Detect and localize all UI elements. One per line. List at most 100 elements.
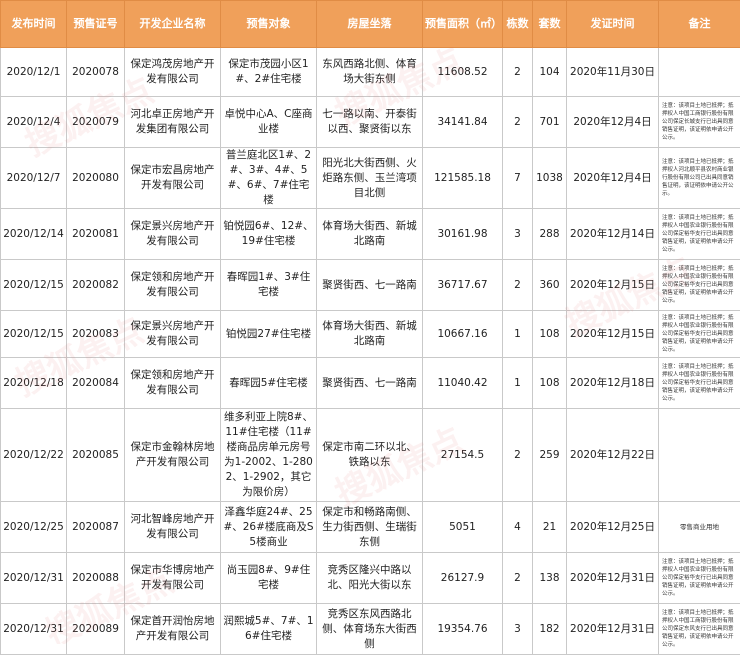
table-row: 2020/12/4 2020079 河北卓正房地产开发集团有限公司 卓悦中心A、… <box>1 97 740 148</box>
cell-issue: 2020年12月4日 <box>567 97 659 148</box>
cell-buildings: 3 <box>503 604 533 655</box>
cell-note: 注意：该项目土地已抵押；抵押权人中国农业银行股份有限公司保定裕华支行已出具同意销… <box>659 553 740 604</box>
cell-date: 2020/12/15 <box>1 311 67 358</box>
cell-date: 2020/12/31 <box>1 553 67 604</box>
table-row: 2020/12/7 2020080 保定市宏昌房地产开发有限公司 普兰庭北区1#… <box>1 148 740 209</box>
table-row: 2020/12/14 2020081 保定景兴房地产开发有限公司 铂悦园6#、1… <box>1 209 740 260</box>
cell-buildings: 2 <box>503 97 533 148</box>
cell-units: 104 <box>533 48 567 97</box>
cell-note: 注意：该项目土地已抵押；抵押权人河北顺平县农村商业银行股份有限公司已出具同意销售… <box>659 148 740 209</box>
cell-note <box>659 409 740 502</box>
cell-date: 2020/12/25 <box>1 502 67 553</box>
cell-location: 聚贤街西、七一路南 <box>317 260 423 311</box>
cell-note: 零售商业用地 <box>659 502 740 553</box>
cell-company: 保定市宏昌房地产开发有限公司 <box>125 148 221 209</box>
table-row: 2020/12/18 2020084 保定领和房地产开发有限公司 春晖园5#住宅… <box>1 358 740 409</box>
cell-cert: 2020089 <box>67 604 125 655</box>
cell-company: 保定领和房地产开发有限公司 <box>125 358 221 409</box>
cell-cert: 2020081 <box>67 209 125 260</box>
cell-company: 河北智峰房地产开发有限公司 <box>125 502 221 553</box>
table-row: 2020/12/31 2020088 保定市华博房地产开发有限公司 尚玉园8#、… <box>1 553 740 604</box>
cell-location: 保定市和畅路南侧、生力街西侧、生瑞街东侧 <box>317 502 423 553</box>
cell-location: 竞秀区隆兴中路以北、阳光大街以东 <box>317 553 423 604</box>
cell-note: 注意：该项目土地已抵押；抵押权人中国农业银行股份有限公司保定裕华支行已出具同意销… <box>659 358 740 409</box>
cell-buildings: 1 <box>503 358 533 409</box>
cell-area: 34141.84 <box>423 97 503 148</box>
cell-issue: 2020年12月22日 <box>567 409 659 502</box>
table-row: 2020/12/22 2020085 保定市金翰林房地产开发有限公司 维多利亚上… <box>1 409 740 502</box>
cell-company: 保定景兴房地产开发有限公司 <box>125 209 221 260</box>
cell-issue: 2020年12月15日 <box>567 260 659 311</box>
cell-object: 泽鑫华庭24#、25#、26#楼底商及S5楼商业 <box>221 502 317 553</box>
table-row: 2020/12/1 2020078 保定鸿茂房地产开发有限公司 保定市茂园小区1… <box>1 48 740 97</box>
header-area: 预售面积（㎡） <box>423 1 503 48</box>
cell-units: 1038 <box>533 148 567 209</box>
cell-area: 26127.9 <box>423 553 503 604</box>
cell-issue: 2020年12月14日 <box>567 209 659 260</box>
cell-location: 东风西路北侧、体育场大街东侧 <box>317 48 423 97</box>
cell-buildings: 1 <box>503 311 533 358</box>
table-row: 2020/12/25 2020087 河北智峰房地产开发有限公司 泽鑫华庭24#… <box>1 502 740 553</box>
table-row: 2020/12/15 2020082 保定领和房地产开发有限公司 春晖园1#、3… <box>1 260 740 311</box>
cell-buildings: 2 <box>503 260 533 311</box>
cell-units: 288 <box>533 209 567 260</box>
cell-object: 铂悦园27#住宅楼 <box>221 311 317 358</box>
cell-object: 保定市茂园小区1#、2#住宅楼 <box>221 48 317 97</box>
cell-area: 10667.16 <box>423 311 503 358</box>
cell-area: 121585.18 <box>423 148 503 209</box>
table-row: 2020/12/15 2020083 保定景兴房地产开发有限公司 铂悦园27#住… <box>1 311 740 358</box>
cell-units: 701 <box>533 97 567 148</box>
header-publish-date: 发布时间 <box>1 1 67 48</box>
cell-note: 注意：该项目土地已抵押；抵押权人中国农业银行股份有限公司保定裕华支行已出具同意销… <box>659 260 740 311</box>
cell-location: 竞秀区东风西路北侧、体育场东大街西侧 <box>317 604 423 655</box>
cell-area: 36717.67 <box>423 260 503 311</box>
header-cert-no: 预售证号 <box>67 1 125 48</box>
cell-cert: 2020087 <box>67 502 125 553</box>
cell-object: 润熙城5#、7#、16#住宅楼 <box>221 604 317 655</box>
header-buildings: 栋数 <box>503 1 533 48</box>
cell-units: 360 <box>533 260 567 311</box>
cell-area: 19354.76 <box>423 604 503 655</box>
table-header-row: 发布时间 预售证号 开发企业名称 预售对象 房屋坐落 预售面积（㎡） 栋数 套数… <box>1 1 740 48</box>
cell-issue: 2020年12月4日 <box>567 148 659 209</box>
cell-location: 阳光北大街西侧、火炬路东侧、玉兰湾项目北侧 <box>317 148 423 209</box>
cell-cert: 2020080 <box>67 148 125 209</box>
cell-cert: 2020084 <box>67 358 125 409</box>
cell-buildings: 4 <box>503 502 533 553</box>
cell-company: 保定首开润怡房地产开发有限公司 <box>125 604 221 655</box>
cell-area: 11040.42 <box>423 358 503 409</box>
cell-units: 21 <box>533 502 567 553</box>
header-location: 房屋坐落 <box>317 1 423 48</box>
cell-company: 保定市金翰林房地产开发有限公司 <box>125 409 221 502</box>
cell-issue: 2020年12月25日 <box>567 502 659 553</box>
cell-cert: 2020078 <box>67 48 125 97</box>
table-row: 2020/12/31 2020089 保定首开润怡房地产开发有限公司 润熙城5#… <box>1 604 740 655</box>
cell-units: 259 <box>533 409 567 502</box>
cell-company: 保定鸿茂房地产开发有限公司 <box>125 48 221 97</box>
cell-issue: 2020年12月31日 <box>567 604 659 655</box>
cell-company: 河北卓正房地产开发集团有限公司 <box>125 97 221 148</box>
cell-company: 保定领和房地产开发有限公司 <box>125 260 221 311</box>
cell-location: 体育场大街西、新城北路南 <box>317 209 423 260</box>
presale-permit-table: 发布时间 预售证号 开发企业名称 预售对象 房屋坐落 预售面积（㎡） 栋数 套数… <box>0 0 740 655</box>
cell-units: 108 <box>533 358 567 409</box>
header-note: 备注 <box>659 1 740 48</box>
cell-object: 普兰庭北区1#、2#、3#、4#、5#、6#、7#住宅楼 <box>221 148 317 209</box>
cell-units: 138 <box>533 553 567 604</box>
header-units: 套数 <box>533 1 567 48</box>
cell-cert: 2020079 <box>67 97 125 148</box>
cell-cert: 2020085 <box>67 409 125 502</box>
cell-issue: 2020年12月31日 <box>567 553 659 604</box>
cell-location: 保定市南二环以北、铁路以东 <box>317 409 423 502</box>
cell-issue: 2020年12月18日 <box>567 358 659 409</box>
cell-buildings: 2 <box>503 409 533 502</box>
cell-buildings: 7 <box>503 148 533 209</box>
cell-date: 2020/12/14 <box>1 209 67 260</box>
cell-units: 182 <box>533 604 567 655</box>
cell-object: 卓悦中心A、C座商业楼 <box>221 97 317 148</box>
cell-note <box>659 48 740 97</box>
cell-date: 2020/12/31 <box>1 604 67 655</box>
header-presale-object: 预售对象 <box>221 1 317 48</box>
cell-buildings: 2 <box>503 48 533 97</box>
cell-issue: 2020年12月15日 <box>567 311 659 358</box>
